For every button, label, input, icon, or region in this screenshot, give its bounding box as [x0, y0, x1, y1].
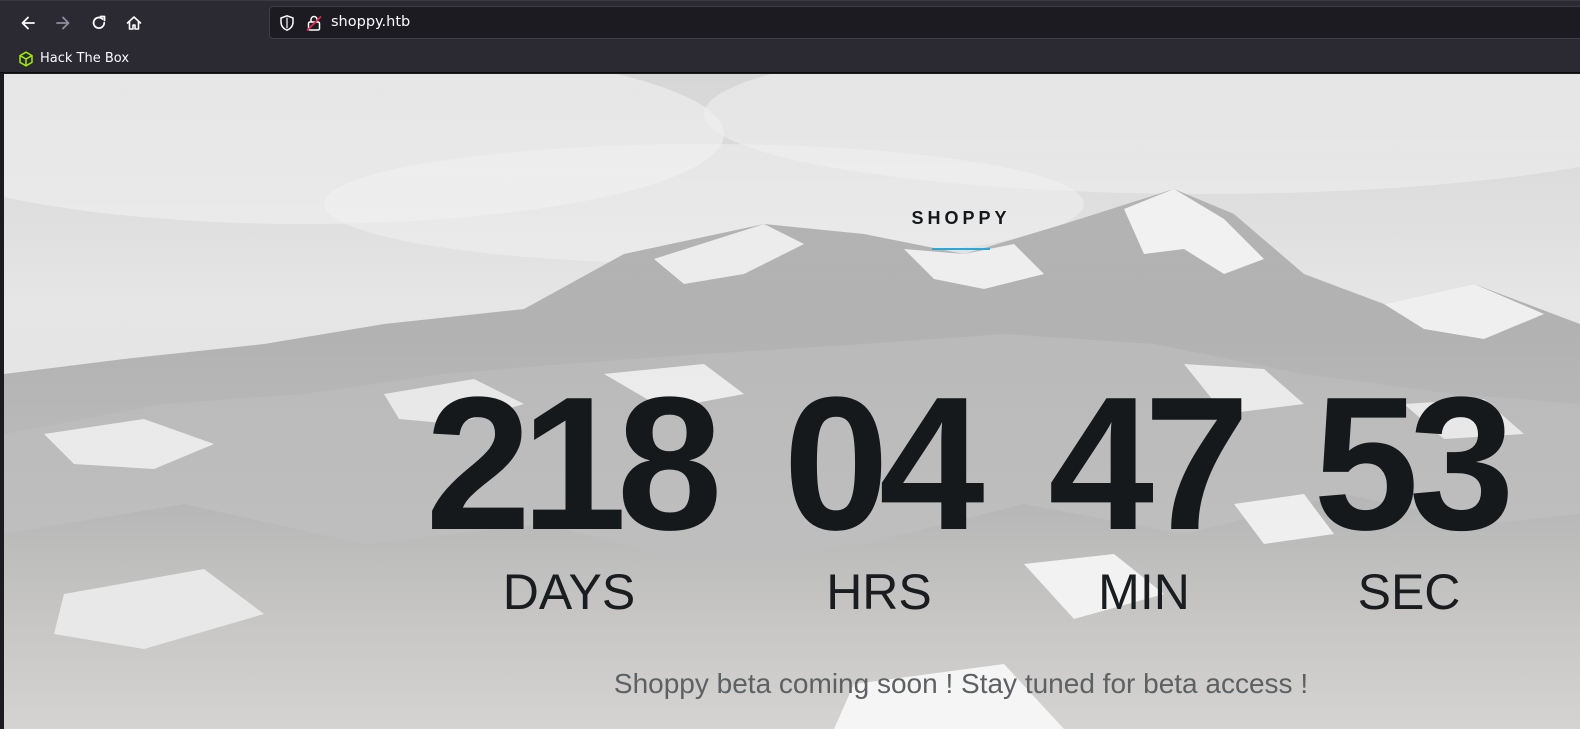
countdown-seconds-value: 53: [1313, 358, 1514, 570]
bookmark-label: Hack The Box: [40, 51, 130, 66]
insecure-lock-icon[interactable]: [305, 14, 323, 32]
back-arrow-icon: [21, 16, 35, 30]
countdown-seconds-label: SEC: [1357, 564, 1461, 620]
tracking-protection-shield-icon[interactable]: [278, 14, 296, 32]
brand-underline: [932, 248, 990, 250]
forward-arrow-icon: [56, 16, 70, 30]
beta-tagline: Shoppy beta coming soon ! Stay tuned for…: [613, 668, 1309, 699]
bookmark-hack-the-box[interactable]: Hack The Box: [12, 47, 135, 70]
countdown-minutes-label: MIN: [1098, 564, 1190, 620]
home-button[interactable]: [120, 9, 148, 37]
countdown-days-value: 218: [425, 358, 722, 570]
hackthebox-cube-icon: [19, 50, 33, 67]
url-text[interactable]: shoppy.htb: [331, 14, 410, 30]
back-button[interactable]: [14, 9, 42, 37]
forward-button[interactable]: [49, 9, 77, 37]
page-viewport: SHOPPY 218 04 47 53 DAYS HRS MIN SEC Sho…: [0, 74, 1580, 729]
home-icon: [126, 16, 142, 30]
address-bar[interactable]: shoppy.htb: [269, 6, 1580, 39]
countdown-minutes-value: 47: [1048, 358, 1249, 570]
countdown-hours-label: HRS: [826, 564, 932, 620]
site-brand[interactable]: SHOPPY: [911, 208, 1010, 229]
countdown-hours-value: 04: [783, 358, 984, 570]
countdown-days-label: DAYS: [502, 564, 636, 620]
bookmarks-toolbar: Hack The Box: [0, 44, 1580, 73]
browser-toolbar: shoppy.htb: [0, 0, 1580, 44]
reload-button[interactable]: [85, 9, 113, 37]
reload-icon: [92, 15, 106, 29]
